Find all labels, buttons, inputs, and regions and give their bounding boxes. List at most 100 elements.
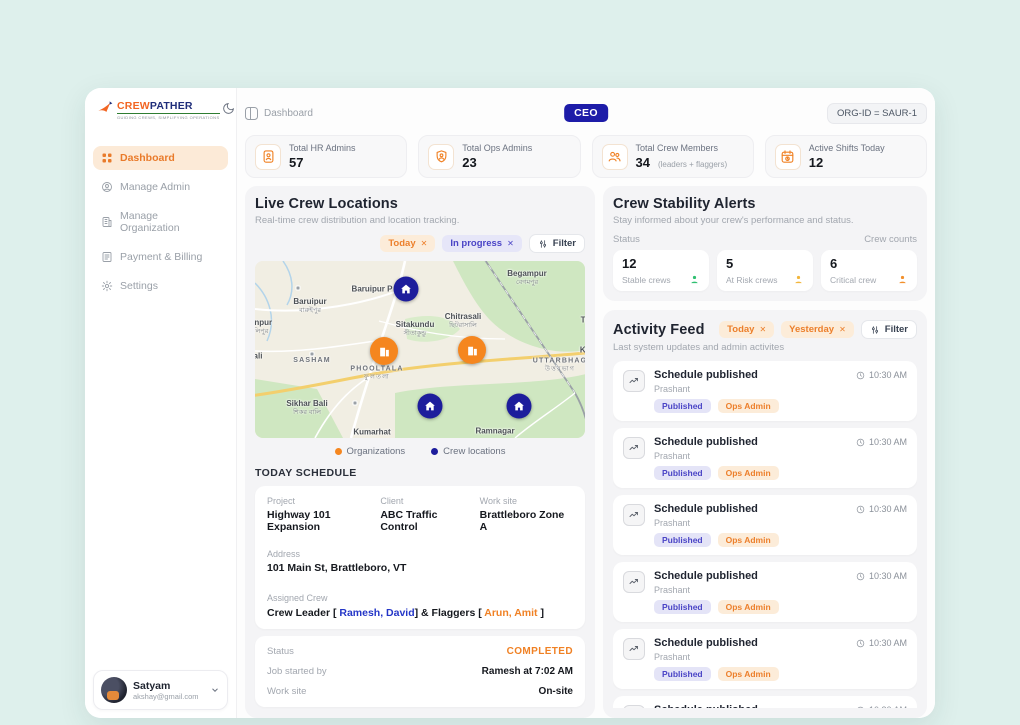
sidebar-header: CREWPATHER GUIDING CREWS, SIMPLIFYING OP… (93, 98, 228, 120)
sidebar-item-settings[interactable]: Settings (93, 274, 228, 298)
organization-marker[interactable] (370, 337, 398, 365)
badge-ops-admin: Ops Admin (718, 533, 779, 547)
filter-sliders-icon (870, 325, 880, 335)
live-crew-filter-button[interactable]: Filter (529, 234, 585, 253)
chip-close-icon[interactable]: ✕ (507, 239, 514, 248)
stats-row: Total HR Admins 57 Total Ops Admins 23 T… (245, 135, 927, 178)
legend-dot (335, 448, 342, 455)
pulse-icon (623, 571, 645, 593)
calendar-clock-icon (775, 144, 801, 170)
stat-card: Total Crew Members 34 (leaders + flagger… (592, 135, 754, 178)
stability-left-label: Status (613, 234, 640, 245)
moon-icon (222, 102, 235, 115)
live-crew-subtitle: Real-time crew distribution and location… (255, 215, 585, 226)
chip-close-icon[interactable]: ✕ (839, 325, 846, 334)
sidebar-item-manage-admin[interactable]: Manage Admin (93, 175, 228, 199)
breadcrumb: Dashboard (264, 108, 313, 119)
map-poi-icon (296, 286, 301, 291)
org-id-chip: ORG-ID = SAUR-1 (827, 103, 927, 124)
pulse-icon (623, 370, 645, 392)
profile-email: akshay@gmail.com (133, 692, 199, 701)
assigned-crew-label: Assigned Crew (267, 593, 573, 603)
filter-sliders-icon (538, 239, 548, 249)
map-poi-icon (310, 352, 315, 357)
brand-tagline: GUIDING CREWS, SIMPLIFYING OPERATIONS (117, 113, 220, 120)
topbar: Dashboard CEO ORG-ID = SAUR-1 (245, 100, 927, 126)
person-icon (689, 274, 700, 285)
stat-card: Active Shifts Today 12 (765, 135, 927, 178)
stat-card: Total Ops Admins 23 (418, 135, 580, 178)
crew-flaggers-link[interactable]: Arun, Amit (484, 607, 537, 619)
sidebar-item-dashboard[interactable]: Dashboard (93, 146, 228, 170)
stat-value: 12 (809, 155, 823, 170)
activity-feed-filters: Today✕ Yesterday✕ Filter (719, 320, 917, 339)
map[interactable]: Baruipur PBaruipurবারুইপুরBegampurবেগমপু… (255, 261, 585, 438)
assigned-crew-value: Crew Leader [ Ramesh, David] & Flaggers … (267, 607, 573, 619)
sidebar-item-payment-billing[interactable]: Payment & Billing (93, 245, 228, 269)
stability-card: 12 Stable crews (613, 250, 709, 291)
stability-right-label: Crew counts (864, 234, 917, 245)
brand-name-pather: PATHER (150, 100, 193, 112)
activity-feed-item[interactable]: Schedule published 10:30 AM Prashant Pub… (613, 562, 917, 622)
activity-feed-item[interactable]: Schedule published 10:30 AM Prashant Pub… (613, 629, 917, 689)
billing-icon (101, 251, 113, 263)
status-value: On-site (539, 686, 573, 697)
activity-feed-section: Activity Feed Today✕Yesterday✕Filter Las… (603, 310, 927, 718)
stat-value: 57 (289, 155, 303, 170)
badge-published: Published (654, 399, 711, 413)
chip-close-icon[interactable]: ✕ (421, 239, 428, 248)
badge-ops-admin: Ops Admin (718, 667, 779, 681)
status-row: Work siteOn-site (267, 686, 573, 697)
activity-feed-list: Schedule published 10:30 AM Prashant Pub… (613, 361, 917, 708)
clock-icon (856, 505, 865, 514)
pulse-icon (623, 437, 645, 459)
clock-icon (856, 706, 865, 709)
activity-feed-filter-button[interactable]: Filter (861, 320, 917, 339)
live-crew-chip-today[interactable]: Today✕ (380, 235, 435, 252)
live-crew-filters: Today✕ In progress✕ Filter (255, 234, 585, 253)
badge-ops-admin: Ops Admin (718, 600, 779, 614)
activity-feed-item[interactable]: Schedule published 10:30 AM Prashant Pub… (613, 696, 917, 708)
stability-subtitle: Stay informed about your crew's performa… (613, 215, 917, 226)
app-window: CREWPATHER GUIDING CREWS, SIMPLIFYING OP… (85, 88, 935, 718)
badge-published: Published (654, 667, 711, 681)
activity-feed-item[interactable]: Schedule published 10:30 AM Prashant Pub… (613, 361, 917, 421)
crew-location-marker[interactable] (418, 394, 443, 419)
profile-card[interactable]: Satyam akshay@gmail.com (93, 670, 228, 710)
dark-mode-toggle[interactable] (220, 100, 237, 120)
crew-location-marker[interactable] (394, 277, 419, 302)
avatar (101, 677, 127, 703)
organization-marker[interactable] (458, 336, 486, 364)
chip-close-icon[interactable]: ✕ (759, 325, 766, 334)
live-crew-title: Live Crew Locations (255, 196, 585, 212)
live-crew-section: Live Crew Locations Real-time crew distr… (245, 186, 595, 718)
address-value: 101 Main St, Brattleboro, VT (267, 562, 573, 574)
badge-ops-admin: Ops Admin (718, 399, 779, 413)
crew-leaders-link[interactable]: Ramesh, David (339, 607, 414, 619)
grid-icon (101, 152, 113, 164)
activity-feed-chip-today[interactable]: Today✕ (719, 321, 774, 338)
clock-icon (856, 438, 865, 447)
activity-feed-chip-yesterday[interactable]: Yesterday✕ (781, 321, 854, 338)
status-badge: COMPLETED (507, 646, 573, 657)
schedule-field: ClientABC Traffic Control (380, 496, 473, 533)
schedule-field: ProjectHighway 101 Expansion (267, 496, 374, 533)
stat-label: Total Ops Admins (462, 143, 532, 153)
brand-name-crew: CREW (117, 100, 150, 112)
live-crew-chip-in-progress[interactable]: In progress✕ (442, 235, 521, 252)
main-content: Dashboard CEO ORG-ID = SAUR-1 Total HR A… (237, 88, 935, 718)
stat-value: 23 (462, 155, 476, 170)
sidebar-item-manage-organization[interactable]: Manage Organization (93, 204, 228, 240)
map-poi-icon (353, 401, 358, 406)
today-schedule-heading: TODAY SCHEDULE (255, 467, 585, 479)
gear-icon (101, 280, 113, 292)
legend-dot (431, 448, 438, 455)
sidebar: CREWPATHER GUIDING CREWS, SIMPLIFYING OP… (85, 88, 237, 718)
sidebar-collapse-icon[interactable] (245, 107, 258, 120)
activity-feed-item[interactable]: Schedule published 10:30 AM Prashant Pub… (613, 428, 917, 488)
stat-label: Total HR Admins (289, 143, 356, 153)
activity-feed-item[interactable]: Schedule published 10:30 AM Prashant Pub… (613, 495, 917, 555)
pulse-icon (623, 504, 645, 526)
crew-location-marker[interactable] (507, 394, 532, 419)
stability-card: 6 Critical crew (821, 250, 917, 291)
